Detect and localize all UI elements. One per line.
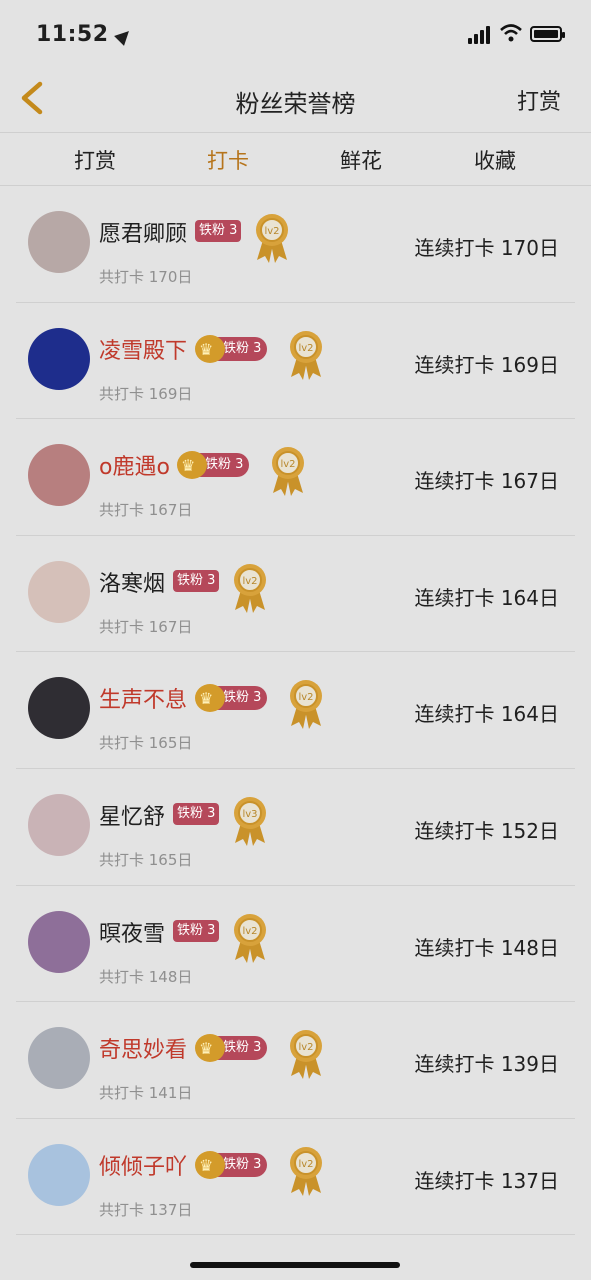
status-time-text: 11:52 (36, 22, 109, 47)
crown-icon: ♛ (195, 684, 227, 713)
level-text: lv3 (242, 809, 257, 820)
level-medal-icon: lv2 (234, 913, 266, 963)
total-checkin-text: 共打卡 167日 (99, 617, 193, 636)
fan-level-badge: 铁粉 3 (195, 220, 242, 242)
fan-level-badge: 铁粉 3 (173, 919, 220, 942)
streak-checkin-text: 连续打卡 139日 (414, 1052, 559, 1077)
avatar[interactable] (28, 444, 90, 507)
crown-icon: ♛ (195, 334, 227, 363)
avatar[interactable] (28, 560, 90, 623)
avatar[interactable] (28, 211, 90, 273)
level-text: lv2 (242, 926, 257, 937)
total-checkin-text: 共打卡 169日 (99, 384, 193, 403)
level-medal-icon: lv2 (290, 1030, 322, 1080)
avatar[interactable] (28, 327, 90, 390)
fan-name: 生声不息 (99, 688, 188, 714)
status-time: 11:52 (36, 22, 134, 47)
total-checkin-text: 共打卡 141日 (99, 1084, 193, 1103)
avatar[interactable] (28, 793, 90, 856)
avatar[interactable] (28, 1027, 90, 1090)
total-checkin-text: 共打卡 148日 (99, 967, 193, 986)
fan-name: 洛寒烟 (99, 571, 166, 597)
level-medal-icon: lv3 (234, 796, 266, 846)
fan-name: 暝夜雪 (99, 921, 166, 947)
streak-checkin-text: 连续打卡 164日 (414, 585, 559, 610)
streak-checkin-text: 连续打卡 164日 (414, 702, 559, 727)
level-text: lv2 (298, 1042, 313, 1053)
wifi-icon (500, 24, 522, 42)
total-checkin-text: 共打卡 165日 (99, 850, 193, 869)
total-checkin-text: 共打卡 137日 (99, 1200, 193, 1219)
fan-level-badge: 铁粉 3 (173, 569, 220, 592)
level-text: lv2 (264, 226, 279, 237)
list-item[interactable]: o鹿遇o 铁粉 3 ♛ lv2 共打卡 167日 连续打卡 167日 (0, 419, 591, 536)
level-medal-icon: lv2 (290, 680, 322, 730)
list-item[interactable]: 暝夜雪 铁粉 3 lv2 共打卡 148日 连续打卡 148日 (0, 886, 591, 1003)
tab-flower[interactable]: 鲜花 (311, 145, 411, 175)
reward-button[interactable]: 打赏 (517, 84, 561, 116)
fan-name: o鹿遇o (99, 455, 170, 481)
tab-checkin[interactable]: 打卡 (178, 145, 278, 175)
cellular-signal-icon (468, 26, 492, 44)
streak-checkin-text: 连续打卡 152日 (414, 818, 559, 843)
avatar[interactable] (28, 1143, 90, 1206)
location-icon (113, 26, 134, 46)
streak-checkin-text: 连续打卡 169日 (414, 352, 559, 377)
level-medal-icon: lv2 (256, 214, 288, 263)
level-text: lv2 (298, 692, 313, 703)
level-text: lv2 (242, 576, 257, 587)
level-medal-icon: lv2 (290, 1146, 322, 1196)
avatar[interactable] (28, 677, 90, 740)
streak-checkin-text: 连续打卡 137日 (414, 1168, 559, 1193)
tab-bar: 打赏 打卡 鲜花 收藏 (0, 133, 591, 186)
fan-level-badge: 铁粉 3 (173, 802, 220, 825)
level-text: lv2 (298, 1159, 313, 1170)
streak-checkin-text: 连续打卡 170日 (414, 236, 559, 260)
avatar[interactable] (28, 910, 90, 973)
fan-name: 奇思妙看 (99, 1038, 188, 1064)
fan-name: 倾倾子吖 (99, 1154, 188, 1180)
status-bar: 11:52 (0, 0, 591, 70)
page-title: 粉丝荣誉榜 (235, 90, 356, 118)
list-item[interactable]: 倾倾子吖 铁粉 3 ♛ lv2 共打卡 137日 连续打卡 137日 (0, 1119, 591, 1236)
tab-reward[interactable]: 打赏 (45, 145, 145, 175)
list-item[interactable]: 奇思妙看 铁粉 3 ♛ lv2 共打卡 141日 连续打卡 139日 (0, 1002, 591, 1119)
crown-icon: ♛ (195, 1150, 227, 1179)
battery-icon (530, 26, 565, 42)
list-item[interactable]: 洛寒烟 铁粉 3 lv2 共打卡 167日 连续打卡 164日 (0, 536, 591, 653)
level-medal-icon: lv2 (272, 447, 304, 497)
fan-name: 凌雪殿下 (99, 338, 188, 364)
crown-icon: ♛ (195, 1034, 227, 1063)
home-indicator (190, 1262, 400, 1268)
list-item[interactable]: 愿君卿顾 铁粉 3 lv2 共打卡 170日 连续打卡 170日 (0, 186, 591, 303)
navigation-bar: 粉丝荣誉榜 打赏 (0, 70, 591, 133)
tab-collect[interactable]: 收藏 (445, 145, 545, 175)
level-medal-icon: lv2 (234, 563, 266, 613)
total-checkin-text: 共打卡 170日 (99, 268, 193, 286)
level-medal-icon: lv2 (290, 330, 322, 380)
total-checkin-text: 共打卡 165日 (99, 734, 193, 753)
list-item[interactable]: 凌雪殿下 铁粉 3 ♛ lv2 共打卡 169日 连续打卡 169日 (0, 303, 591, 420)
total-checkin-text: 共打卡 167日 (99, 501, 193, 520)
streak-checkin-text: 连续打卡 148日 (414, 935, 559, 960)
list-item[interactable]: 生声不息 铁粉 3 ♛ lv2 共打卡 165日 连续打卡 164日 (0, 652, 591, 769)
streak-checkin-text: 连续打卡 167日 (414, 469, 559, 494)
fan-name: 愿君卿顾 (99, 222, 188, 247)
fan-ranking-list: 愿君卿顾 铁粉 3 lv2 共打卡 170日 连续打卡 170日 凌雪殿下 铁粉 3 ♛ lv2… (0, 186, 591, 1235)
level-text: lv2 (280, 459, 295, 470)
crown-icon: ♛ (177, 451, 209, 480)
list-item[interactable]: 星忆舒 铁粉 3 lv3 共打卡 165日 连续打卡 152日 (0, 769, 591, 886)
fan-name: 星忆舒 (99, 804, 166, 830)
level-text: lv2 (298, 343, 313, 354)
